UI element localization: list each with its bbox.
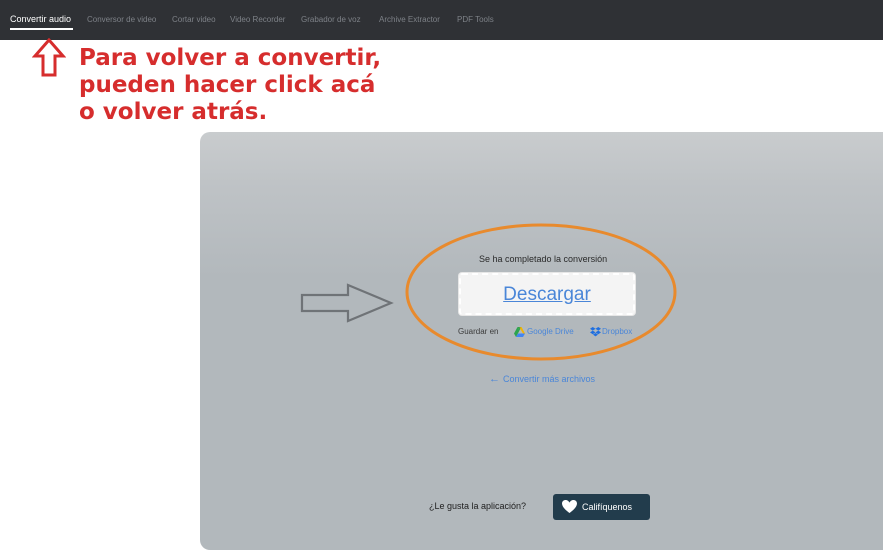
nav-item-cortar-video[interactable]: Cortar video bbox=[172, 15, 216, 24]
annotation-right-arrow-icon bbox=[300, 283, 394, 323]
nav-item-pdf-tools[interactable]: PDF Tools bbox=[457, 15, 494, 24]
annotation-line: pueden hacer click acá bbox=[79, 72, 376, 98]
dropbox-link[interactable]: Dropbox bbox=[602, 327, 632, 336]
rate-button-label: Califíquenos bbox=[582, 502, 633, 512]
annotation-up-arrow-icon bbox=[32, 38, 66, 77]
nav-item-convertir-audio[interactable]: Convertir audio bbox=[10, 14, 71, 24]
conversion-complete-text: Se ha completado la conversión bbox=[479, 254, 608, 264]
nav-item-archive-extractor[interactable]: Archive Extractor bbox=[379, 15, 440, 24]
rate-button[interactable]: Califíquenos bbox=[553, 494, 650, 520]
download-box[interactable]: Descargar bbox=[459, 273, 635, 315]
annotation-line: Para volver a convertir, bbox=[79, 45, 382, 71]
download-link[interactable]: Descargar bbox=[461, 284, 633, 306]
nav-item-conversor-de-video[interactable]: Conversor de video bbox=[87, 15, 156, 24]
top-navbar: Convertir audio Conversor de video Corta… bbox=[0, 0, 883, 40]
save-in-label: Guardar en bbox=[458, 327, 499, 336]
rate-question-text: ¿Le gusta la aplicación? bbox=[429, 501, 527, 511]
convert-more-label: Convertir más archivos bbox=[503, 374, 596, 384]
annotation-line: o volver atrás. bbox=[79, 99, 268, 125]
google-drive-link[interactable]: Google Drive bbox=[527, 327, 574, 336]
nav-active-underline bbox=[10, 28, 73, 30]
nav-item-grabador-de-voz[interactable]: Grabador de voz bbox=[301, 15, 361, 24]
heart-icon bbox=[562, 500, 577, 513]
nav-item-video-recorder[interactable]: Video Recorder bbox=[230, 15, 285, 24]
back-arrow-icon: ← bbox=[489, 373, 500, 385]
annotation-text: Para volver a convertir, pueden hacer cl… bbox=[79, 45, 381, 126]
dropbox-icon[interactable] bbox=[590, 327, 601, 337]
google-drive-icon[interactable] bbox=[514, 327, 525, 337]
convert-more-link[interactable]: ← Convertir más archivos bbox=[489, 373, 595, 385]
